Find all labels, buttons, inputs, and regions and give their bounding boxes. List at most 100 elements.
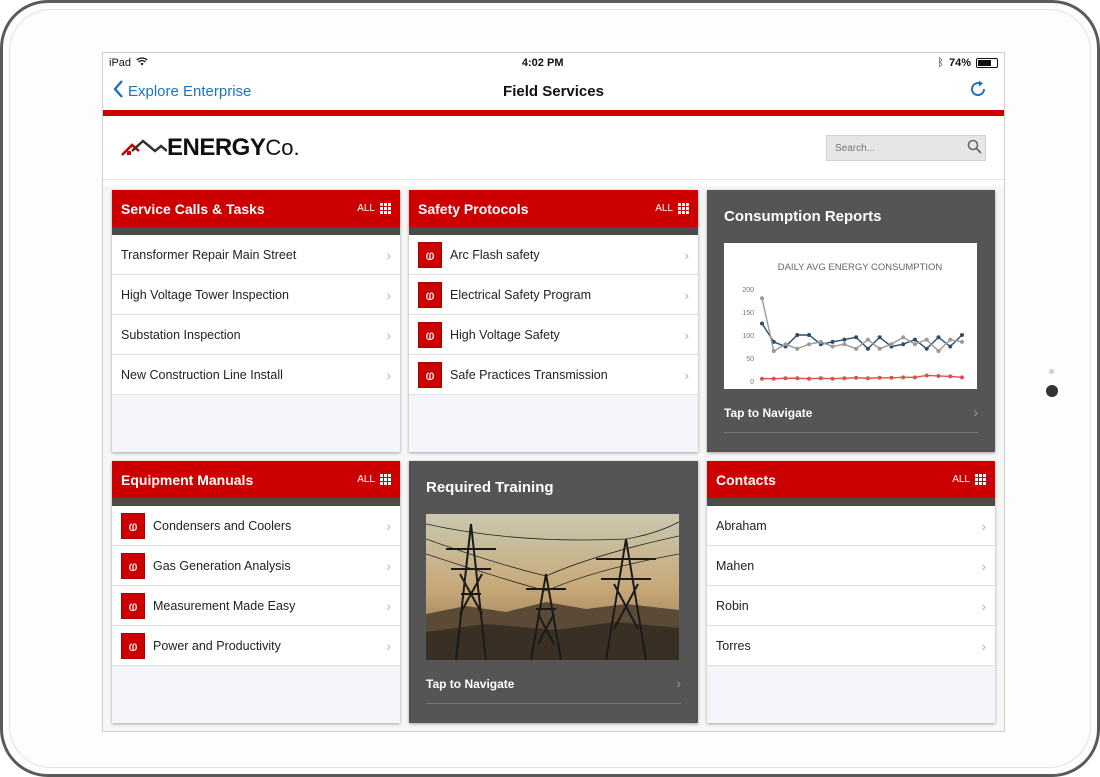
pdf-icon: ⱷ: [121, 632, 145, 659]
contact-item[interactable]: Torres ›: [707, 626, 995, 666]
data-point: [924, 337, 929, 342]
bluetooth-icon: ᛒ: [937, 57, 944, 69]
view-all-button[interactable]: ALL: [357, 203, 391, 214]
status-bar: iPad 4:02 PM ᛒ 74%: [103, 53, 1004, 73]
card-title: Equipment Manuals: [121, 471, 254, 488]
list-item[interactable]: Transformer Repair Main Street ›: [112, 235, 400, 275]
chevron-right-icon: ›: [981, 557, 986, 574]
data-point: [912, 342, 917, 347]
card-header: Service Calls & Tasks ALL: [112, 190, 400, 235]
required-training-card[interactable]: Required Training Tap to Navigate ›: [409, 461, 698, 723]
data-point: [771, 349, 776, 354]
status-time: 4:02 PM: [521, 57, 564, 69]
list-item[interactable]: ⱷ High Voltage Safety ›: [409, 315, 698, 355]
pdf-icon: ⱷ: [418, 281, 442, 308]
card-empty-area: [112, 395, 400, 452]
data-point: [795, 346, 800, 351]
y-tick-label: 0: [750, 379, 754, 386]
list-item[interactable]: Substation Inspection ›: [112, 315, 400, 355]
chevron-right-icon: ›: [386, 637, 391, 654]
refresh-icon[interactable]: [968, 79, 988, 105]
app-header: ENERGY Co.: [103, 116, 1004, 180]
y-tick-label: 100: [742, 333, 754, 340]
equipment-manuals-card: Equipment Manuals ALL ⱷ Condensers and Co…: [112, 461, 400, 723]
chevron-right-icon: ›: [973, 404, 978, 420]
service-calls-list: Transformer Repair Main Street › High Vol…: [112, 235, 400, 395]
contact-item[interactable]: Abraham ›: [707, 506, 995, 546]
data-point: [948, 374, 953, 379]
chevron-right-icon: ›: [386, 366, 391, 383]
dashboard-grid: Service Calls & Tasks ALL Transformer Re…: [103, 186, 1004, 731]
consumption-reports-card[interactable]: Consumption Reports DAILY AVG ENERGY CON…: [707, 190, 995, 452]
data-point: [760, 321, 764, 326]
navigation-bar: Explore Enterprise Field Services: [103, 73, 1004, 110]
data-point: [924, 346, 929, 351]
divider: [426, 703, 681, 704]
tap-to-navigate-link[interactable]: Tap to Navigate: [724, 406, 812, 420]
list-item[interactable]: High Voltage Tower Inspection ›: [112, 275, 400, 315]
pdf-icon: ⱷ: [418, 321, 442, 348]
list-item-label: New Construction Line Install: [121, 367, 283, 382]
list-item[interactable]: New Construction Line Install ›: [112, 355, 400, 395]
card-header: Safety Protocols ALL: [409, 190, 698, 235]
list-item-label: High Voltage Tower Inspection: [121, 287, 289, 302]
service-calls-card: Service Calls & Tasks ALL Transformer Re…: [112, 190, 400, 452]
back-button[interactable]: Explore Enterprise: [113, 80, 251, 102]
list-item[interactable]: ⱷ Arc Flash safety ›: [409, 235, 698, 275]
battery-percent: 74%: [948, 57, 971, 69]
pdf-icon: ⱷ: [121, 512, 145, 539]
chevron-right-icon: ›: [684, 286, 689, 303]
home-button[interactable]: [1046, 385, 1058, 397]
list-item-label: Safe Practices Transmission: [450, 367, 608, 382]
contact-item[interactable]: Robin ›: [707, 586, 995, 626]
y-tick-label: 150: [742, 310, 754, 317]
search-box[interactable]: [826, 135, 986, 161]
list-item[interactable]: ⱷ Safe Practices Transmission ›: [409, 355, 698, 395]
card-title: Service Calls & Tasks: [121, 200, 265, 217]
battery-icon: [976, 58, 998, 68]
logo-text-light: Co.: [265, 135, 300, 160]
contact-name: Mahen: [716, 558, 755, 573]
data-point: [901, 342, 906, 347]
chart-title: DAILY AVG ENERGY CONSUMPTION: [778, 262, 943, 273]
power-lines-photo: [426, 514, 679, 660]
data-point: [783, 376, 788, 381]
data-point: [901, 335, 906, 340]
view-all-button[interactable]: ALL: [952, 474, 986, 485]
data-point: [960, 375, 964, 380]
y-tick-label: 200: [742, 287, 754, 294]
view-all-button[interactable]: ALL: [655, 203, 689, 214]
tap-to-navigate-link[interactable]: Tap to Navigate: [426, 677, 514, 691]
chevron-right-icon: ›: [981, 637, 986, 654]
series-line: [762, 374, 963, 380]
chevron-right-icon: ›: [386, 597, 391, 614]
safety-protocols-list: ⱷ Arc Flash safety › ⱷ Electrical Safety Pr…: [409, 235, 698, 395]
data-point: [924, 373, 929, 378]
list-item[interactable]: ⱷ Gas Generation Analysis ›: [112, 546, 400, 586]
data-point: [889, 342, 894, 347]
pdf-icon: ⱷ: [121, 592, 145, 619]
search-input[interactable]: [835, 142, 967, 154]
data-point: [760, 376, 764, 381]
card-empty-area: [707, 666, 995, 723]
grid-icon: [678, 203, 689, 214]
data-point: [807, 333, 812, 337]
contact-item[interactable]: Mahen ›: [707, 546, 995, 586]
view-all-button[interactable]: ALL: [357, 474, 391, 485]
data-point: [865, 346, 870, 351]
list-item[interactable]: ⱷ Power and Productivity ›: [112, 626, 400, 666]
tablet-frame: iPad 4:02 PM ᛒ 74% Explore Enterprise Fi…: [0, 0, 1100, 777]
card-header: Contacts ALL: [707, 461, 995, 506]
chevron-right-icon: ›: [684, 246, 689, 263]
data-point: [854, 335, 859, 340]
data-point: [783, 342, 788, 347]
logo-text-strong: ENERGY: [167, 134, 266, 161]
list-item[interactable]: ⱷ Measurement Made Easy ›: [112, 586, 400, 626]
contacts-card: Contacts ALL Abraham › Mahen › Robin › Torr…: [707, 461, 995, 723]
list-item[interactable]: ⱷ Electrical Safety Program ›: [409, 275, 698, 315]
chevron-right-icon: ›: [684, 366, 689, 383]
data-point: [818, 376, 823, 381]
data-point: [936, 373, 941, 378]
list-item[interactable]: ⱷ Condensers and Coolers ›: [112, 506, 400, 546]
search-icon[interactable]: [967, 139, 982, 158]
